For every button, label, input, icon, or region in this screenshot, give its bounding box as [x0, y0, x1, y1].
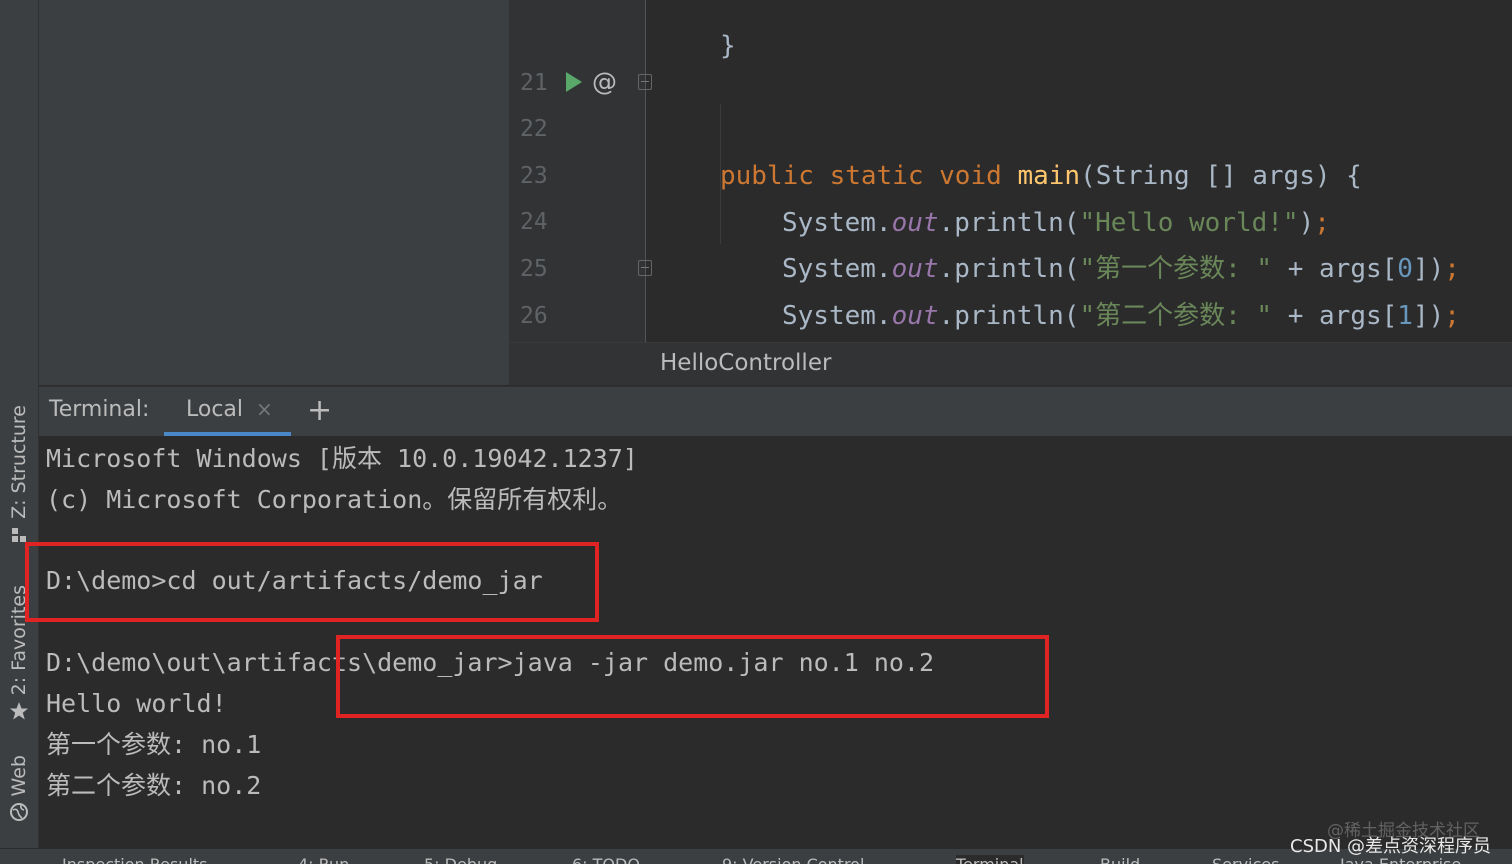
star-icon [10, 702, 28, 720]
bottom-tool-bar: Inspection Results 4: Run 5: Debug 6: TO… [0, 848, 1512, 864]
code-line: 26 } [510, 246, 1512, 378]
breadcrumb[interactable]: HelloController [660, 350, 831, 376]
terminal-line: 第二个参数: no.2 [46, 771, 262, 800]
structure-tab-label: Z: Structure [8, 405, 30, 519]
web-tab-label: Web [8, 755, 30, 797]
terminal-header: Terminal: Local × + [39, 386, 1512, 436]
tab-label: Local [186, 397, 244, 422]
code-line: 22 public static void main(String [] arg… [510, 59, 1512, 191]
new-terminal-tab-button[interactable]: + [307, 393, 332, 429]
highlight-box-cd-command [25, 542, 599, 622]
terminal-line: (c) Microsoft Corporation。保留所有权利。 [46, 485, 623, 514]
code-editor[interactable]: } 21 22 public static void main(String [… [510, 0, 1512, 385]
code-line: 23 System.out.println("Hello world!"); [510, 106, 1512, 238]
terminal-line: Hello world! [46, 689, 227, 718]
run-gutter-icon[interactable] [566, 72, 582, 92]
code-line: 27 } [510, 293, 1512, 376]
highlight-box-java-command [336, 635, 1049, 718]
close-icon[interactable]: × [256, 397, 273, 421]
terminal-line: Microsoft Windows [版本 10.0.19042.1237] [46, 444, 638, 473]
fold-icon[interactable] [638, 260, 652, 276]
web-tool-tab[interactable]: Web [0, 755, 38, 822]
structure-tool-tab[interactable]: Z: Structure [0, 405, 38, 545]
override-gutter-icon[interactable]: @ [592, 62, 617, 102]
terminal-title: Terminal: [49, 397, 150, 422]
breadcrumb-bar: HelloController [510, 342, 1512, 385]
tab-local[interactable]: Local × [164, 387, 291, 436]
code-line: 21 [510, 13, 1512, 96]
watermark: CSDN @差点资深程序员 [1290, 836, 1492, 857]
code-line: 24 System.out.println("第一个参数: " + args[0… [510, 152, 1512, 284]
globe-icon [10, 803, 28, 822]
project-pane [39, 0, 510, 385]
code-line: 25 System.out.println("第二个参数: " + args[1… [510, 199, 1512, 331]
left-tool-strip: Z: Structure 2: Favorites Web [0, 0, 39, 848]
fold-icon[interactable] [638, 74, 652, 90]
terminal-line: 第一个参数: no.1 [46, 730, 262, 759]
